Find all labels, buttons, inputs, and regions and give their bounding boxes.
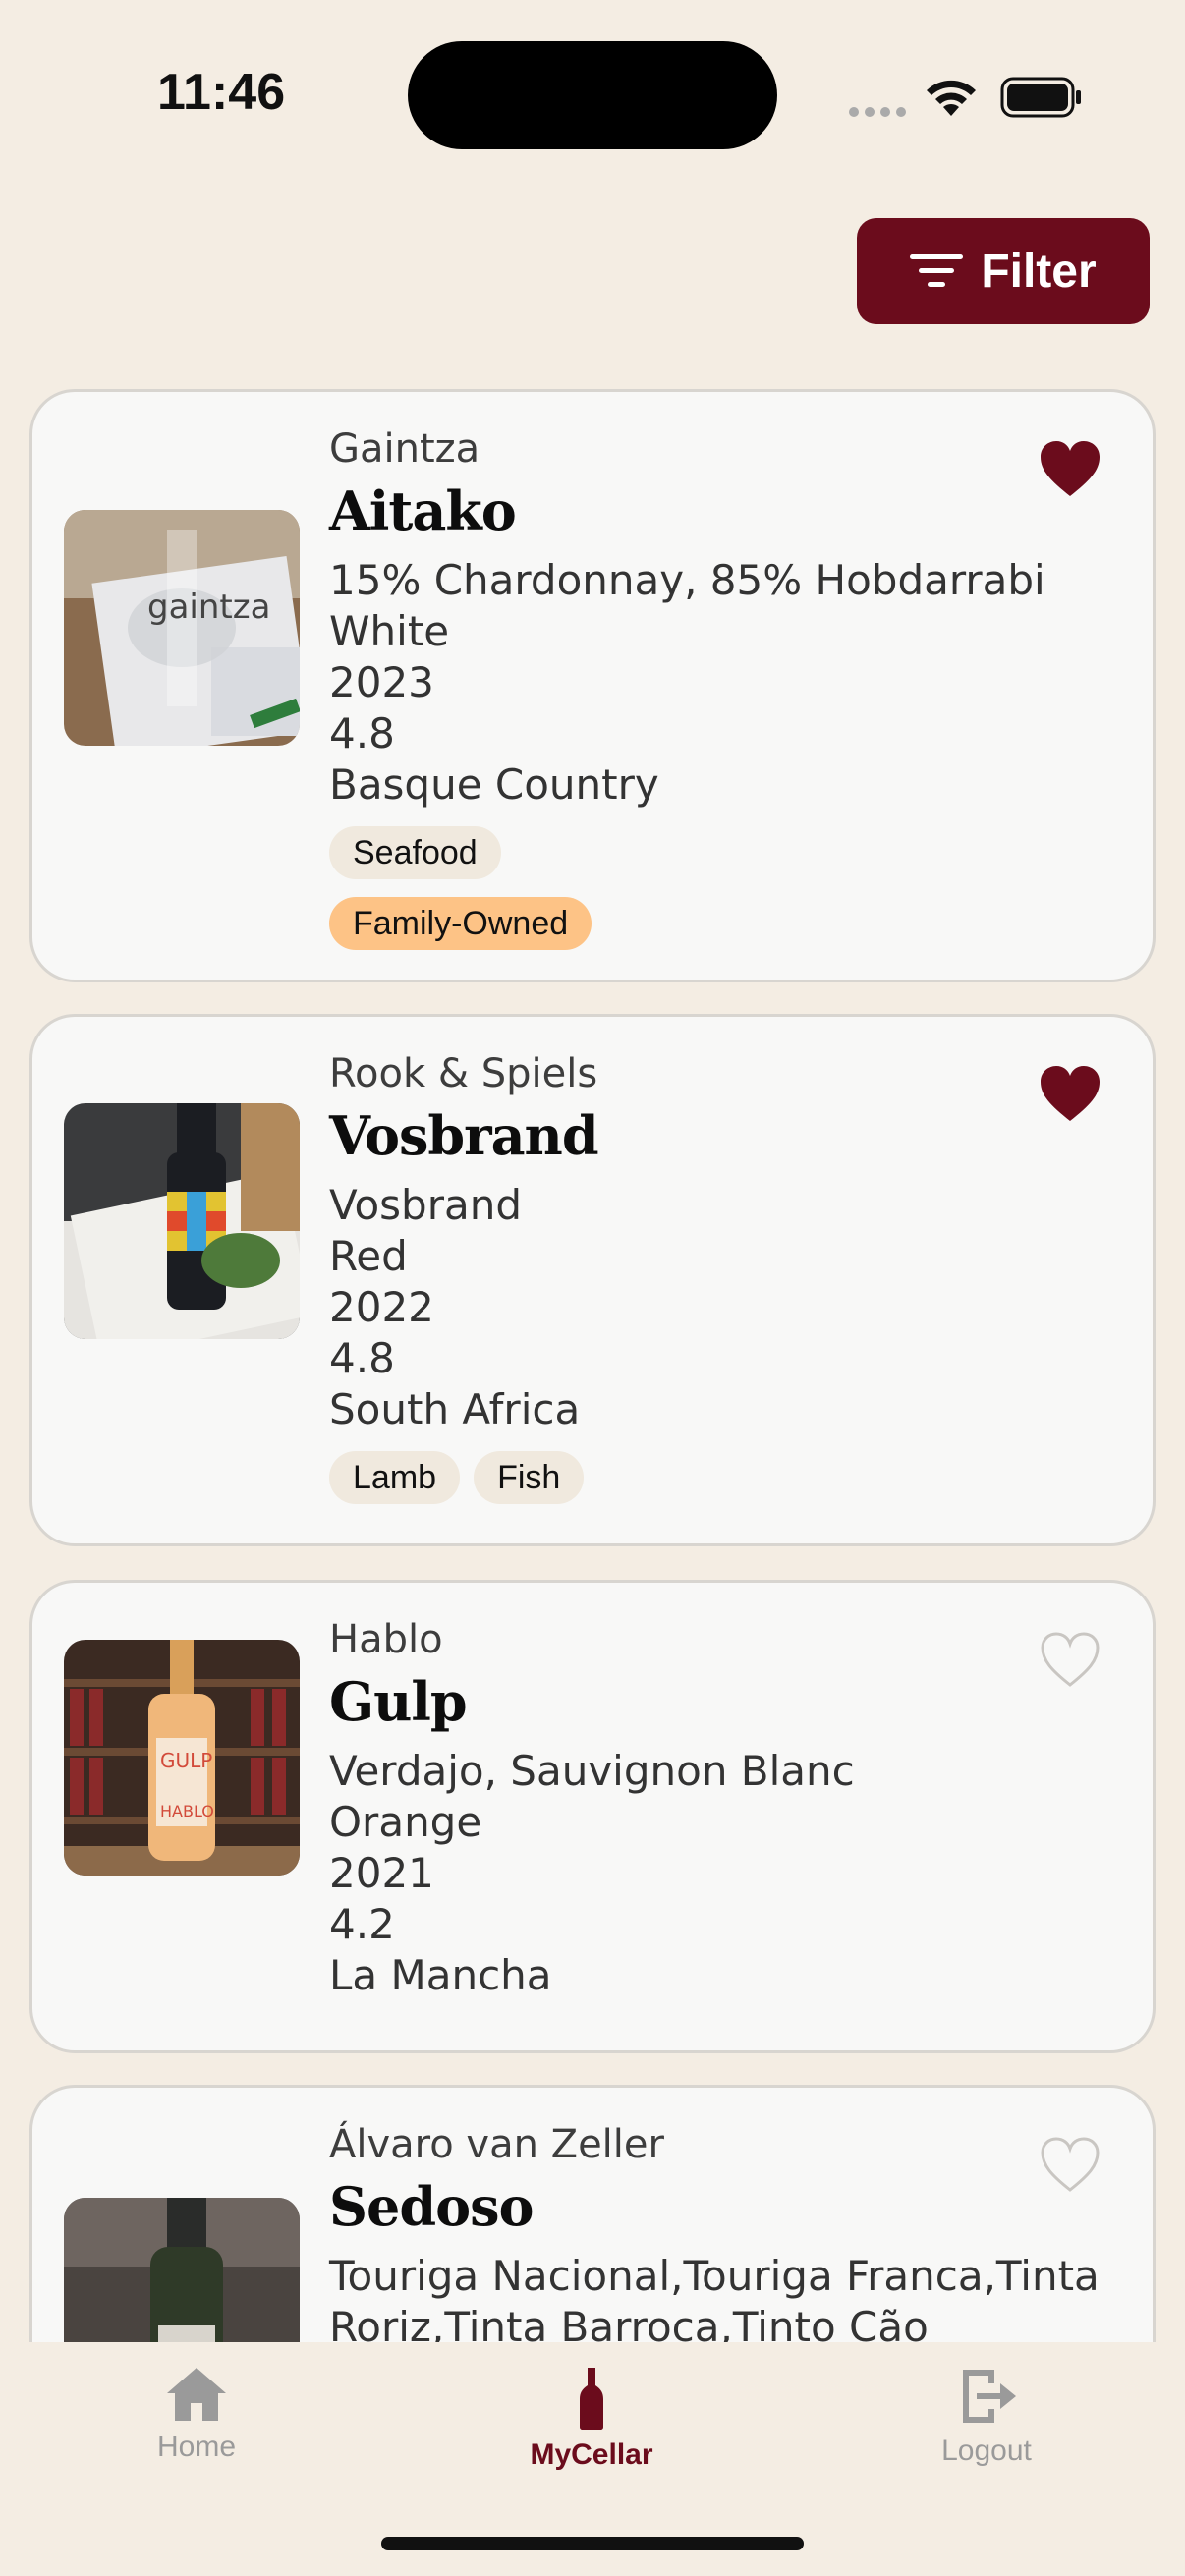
wine-name: Gulp bbox=[329, 1670, 468, 1733]
svg-text:GULP: GULP bbox=[160, 1749, 212, 1772]
tab-label-home: Home bbox=[156, 2431, 237, 2463]
wine-vintage: 2022 bbox=[329, 1283, 434, 1331]
wine-producer: Hablo bbox=[329, 1617, 443, 1662]
house-icon bbox=[167, 2368, 226, 2421]
wine-color: Red bbox=[329, 1232, 408, 1280]
wine-rating: 4.8 bbox=[329, 709, 395, 757]
pairing-chip: Fish bbox=[474, 1451, 585, 1504]
wine-card[interactable]: Álvaro van Zeller Sedoso Touriga Naciona… bbox=[29, 2085, 1156, 2342]
wine-list[interactable]: gaintza Gaintza Aitako 15% Chardonnay, 8… bbox=[29, 389, 1156, 2342]
wine-name: Aitako bbox=[329, 479, 517, 542]
wine-grapes: Vosbrand bbox=[329, 1181, 522, 1229]
heart-outline-icon[interactable] bbox=[1039, 2135, 1101, 2194]
tab-mycellar[interactable]: MyCellar bbox=[474, 2366, 709, 2472]
pairing-chips: Seafood bbox=[329, 826, 1113, 879]
wifi-icon bbox=[924, 75, 979, 122]
wine-rating: 4.8 bbox=[329, 1334, 395, 1382]
wine-region: South Africa bbox=[329, 1385, 581, 1433]
wine-producer: Rook & Spiels bbox=[329, 1051, 598, 1096]
pairing-chip: Lamb bbox=[329, 1451, 461, 1504]
battery-icon bbox=[1000, 77, 1083, 122]
status-bar: 11:46 bbox=[0, 0, 1185, 187]
wine-vintage: 2023 bbox=[329, 658, 434, 706]
dynamic-island bbox=[408, 41, 777, 149]
filter-label: Filter bbox=[981, 245, 1097, 298]
tab-home[interactable]: Home bbox=[79, 2366, 314, 2464]
wine-grapes-continued: Roriz,Tinta Barroca,Tinto Cão bbox=[329, 2303, 929, 2342]
logout-icon bbox=[963, 2370, 1016, 2423]
wine-name: Sedoso bbox=[329, 2175, 535, 2238]
heart-outline-icon[interactable] bbox=[1039, 1630, 1101, 1689]
cellular-signal-icon bbox=[849, 102, 912, 121]
family-owned-badge: Family-Owned bbox=[329, 897, 592, 950]
wine-region: Basque Country bbox=[329, 760, 659, 809]
wine-grapes: Verdajo, Sauvignon Blanc bbox=[329, 1747, 855, 1795]
wine-photo bbox=[64, 2198, 300, 2342]
heart-filled-icon[interactable] bbox=[1039, 1064, 1101, 1123]
wine-card[interactable]: GULP HABLO Hablo Gulp Verdajo, Sauvignon… bbox=[29, 1580, 1156, 2053]
svg-text:gaintza: gaintza bbox=[147, 588, 270, 627]
wine-vintage: 2021 bbox=[329, 1849, 434, 1897]
wine-region: La Mancha bbox=[329, 1951, 552, 1999]
wine-photo: gaintza bbox=[64, 510, 300, 746]
wine-grapes: 15% Chardonnay, 85% Hobdarrabi bbox=[329, 556, 1045, 604]
filter-button[interactable]: Filter bbox=[857, 218, 1150, 324]
wine-color: Orange bbox=[329, 1798, 482, 1846]
wine-bottle-icon bbox=[580, 2368, 603, 2430]
tab-label-mycellar: MyCellar bbox=[530, 2438, 653, 2471]
wine-name: Vosbrand bbox=[329, 1104, 599, 1167]
pairing-chips: Lamb Fish bbox=[329, 1451, 1113, 1504]
wine-rating: 4.2 bbox=[329, 1900, 395, 1948]
badge-chips: Family-Owned bbox=[329, 897, 1113, 950]
wine-photo: GULP HABLO bbox=[64, 1640, 300, 1876]
wine-card[interactable]: Rook & Spiels Vosbrand Vosbrand Red 2022… bbox=[29, 1014, 1156, 1546]
status-time: 11:46 bbox=[157, 64, 286, 121]
filter-icon bbox=[910, 254, 964, 287]
wine-grapes: Touriga Nacional,Touriga Franca,Tinta bbox=[329, 2252, 1100, 2300]
home-indicator bbox=[381, 2537, 804, 2550]
tab-logout[interactable]: Logout bbox=[869, 2366, 1104, 2468]
wine-producer: Álvaro van Zeller bbox=[329, 2122, 664, 2167]
wine-card[interactable]: gaintza Gaintza Aitako 15% Chardonnay, 8… bbox=[29, 389, 1156, 982]
wine-producer: Gaintza bbox=[329, 426, 480, 472]
svg-text:HABLO: HABLO bbox=[160, 1802, 214, 1820]
tab-label-logout: Logout bbox=[941, 2435, 1032, 2467]
wine-color: White bbox=[329, 607, 450, 655]
pairing-chip: Seafood bbox=[329, 826, 501, 879]
heart-filled-icon[interactable] bbox=[1039, 439, 1101, 498]
wine-photo bbox=[64, 1103, 300, 1339]
